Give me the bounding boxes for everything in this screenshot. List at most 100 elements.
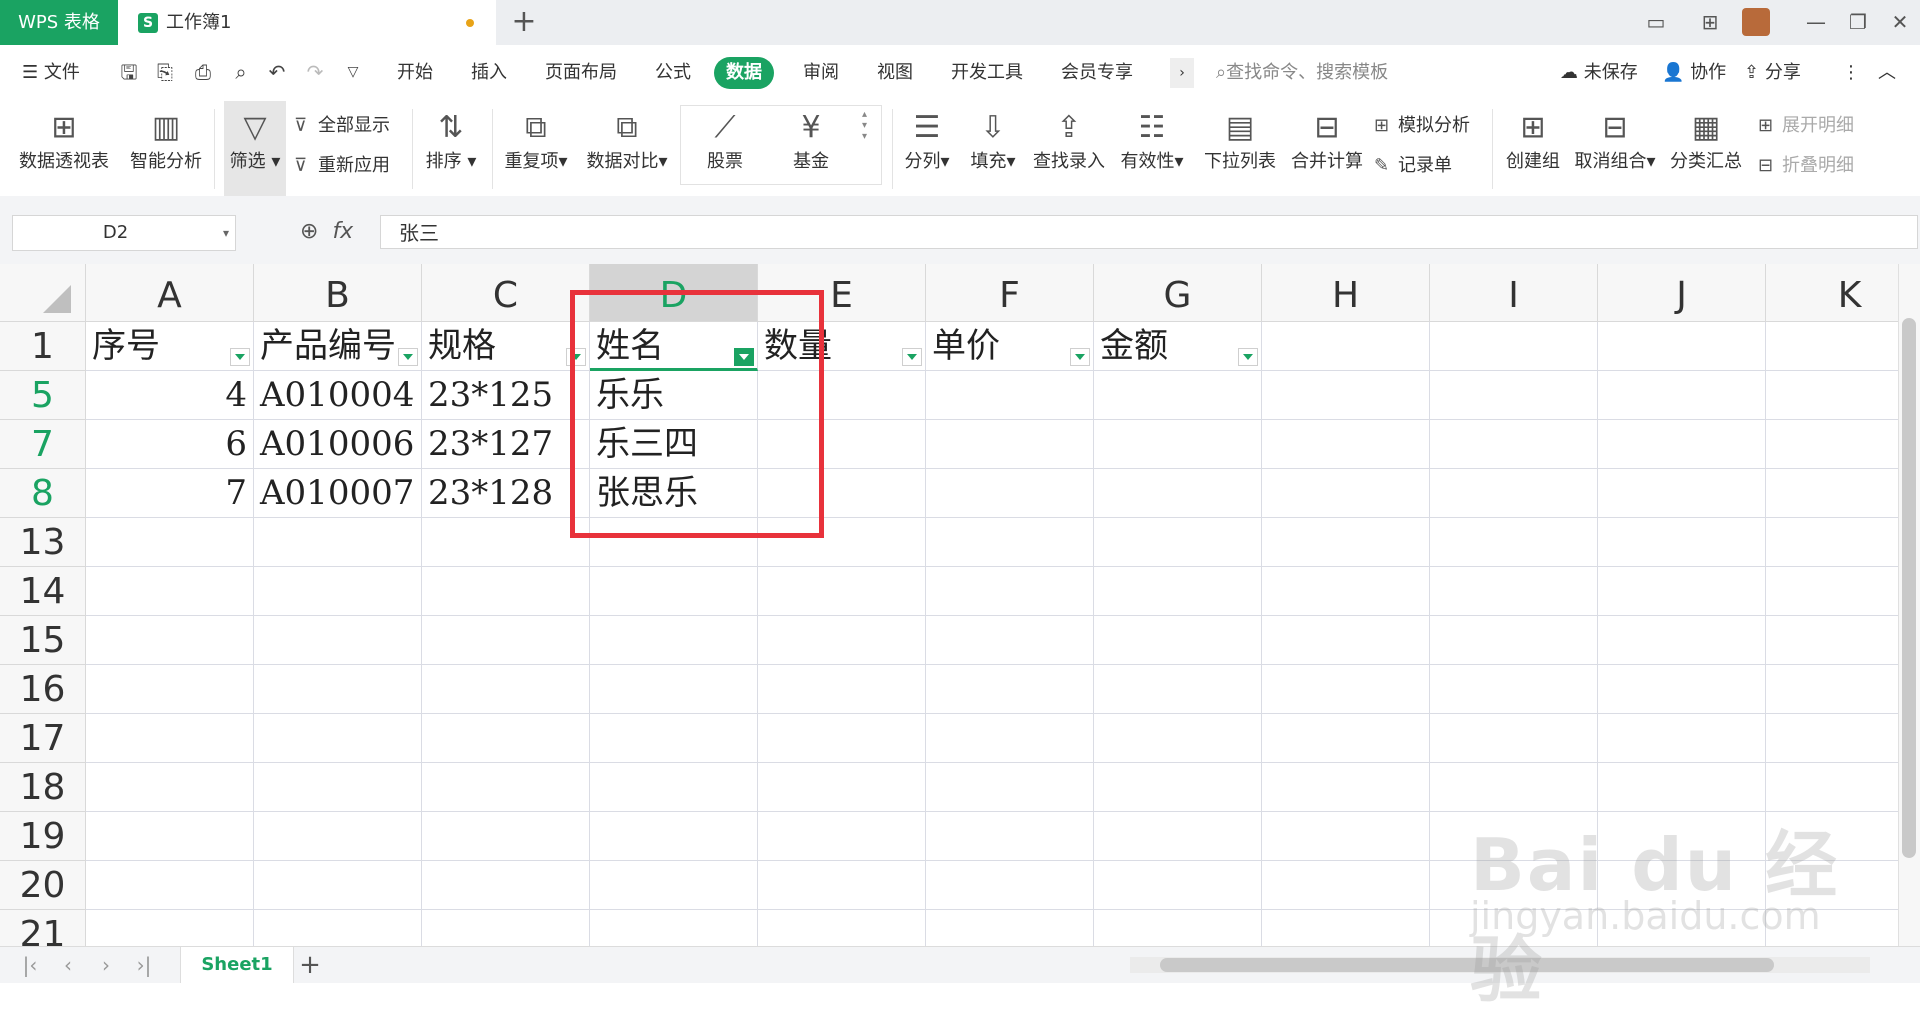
more-tabs-button[interactable]: › bbox=[1170, 58, 1194, 88]
share-button[interactable]: ⇪ 分享 bbox=[1744, 45, 1801, 101]
expand-detail-button[interactable]: ⊞ 展开明细 bbox=[1758, 111, 1854, 137]
table-cell[interactable] bbox=[1766, 420, 1898, 469]
table-cell[interactable] bbox=[254, 616, 422, 665]
table-cell[interactable] bbox=[1598, 665, 1766, 714]
table-cell[interactable] bbox=[254, 518, 422, 567]
collapse-ribbon-icon[interactable]: ︿ bbox=[1878, 45, 1896, 101]
column-header-a[interactable]: A bbox=[86, 264, 254, 322]
minimize-icon[interactable]: — bbox=[1800, 6, 1832, 38]
table-cell[interactable] bbox=[1094, 616, 1262, 665]
table-cell[interactable]: 4 bbox=[86, 371, 254, 420]
column-header-k[interactable]: K bbox=[1766, 264, 1898, 322]
table-cell[interactable] bbox=[1766, 371, 1898, 420]
table-cell[interactable] bbox=[1430, 665, 1598, 714]
table-cell[interactable] bbox=[1094, 665, 1262, 714]
new-tab-button[interactable]: + bbox=[508, 6, 540, 38]
tab-review[interactable]: 审阅 bbox=[803, 45, 839, 101]
table-cell[interactable] bbox=[422, 861, 590, 910]
table-cell[interactable] bbox=[926, 371, 1094, 420]
table-cell[interactable] bbox=[758, 861, 926, 910]
header-cell[interactable] bbox=[1598, 322, 1766, 371]
table-cell[interactable] bbox=[1262, 371, 1430, 420]
table-cell[interactable] bbox=[926, 763, 1094, 812]
row-header-13[interactable]: 13 bbox=[0, 518, 86, 567]
table-cell[interactable] bbox=[590, 910, 758, 946]
row-header-21[interactable]: 21 bbox=[0, 910, 86, 946]
search-input[interactable]: ⌕查找命令、搜索模板 bbox=[1216, 57, 1516, 89]
table-cell[interactable] bbox=[926, 469, 1094, 518]
table-cell[interactable] bbox=[1430, 616, 1598, 665]
table-cell[interactable]: 7 bbox=[86, 469, 254, 518]
smart-analysis-button[interactable]: ▥ 智能分析 bbox=[126, 101, 206, 196]
table-cell[interactable] bbox=[1430, 371, 1598, 420]
table-cell[interactable]: 23*127 bbox=[422, 420, 590, 469]
table-cell[interactable] bbox=[590, 665, 758, 714]
lookup-button[interactable]: ⇪ 查找录入 bbox=[1030, 101, 1108, 196]
table-cell[interactable] bbox=[254, 910, 422, 946]
table-cell[interactable] bbox=[254, 665, 422, 714]
filter-button[interactable]: ▽ 筛选 ▾ bbox=[224, 101, 286, 196]
table-cell[interactable] bbox=[926, 812, 1094, 861]
table-cell[interactable] bbox=[422, 567, 590, 616]
table-cell[interactable] bbox=[590, 812, 758, 861]
row-header-5[interactable]: 5 bbox=[0, 371, 86, 420]
table-cell[interactable] bbox=[1766, 714, 1898, 763]
header-cell[interactable] bbox=[1262, 322, 1430, 371]
table-cell[interactable] bbox=[1598, 714, 1766, 763]
table-cell[interactable] bbox=[1262, 812, 1430, 861]
more-icon[interactable]: ⋮ bbox=[1842, 45, 1860, 101]
table-cell[interactable] bbox=[422, 518, 590, 567]
header-cell[interactable]: 产品编号 bbox=[254, 322, 422, 371]
undo-icon[interactable]: ↶ bbox=[264, 59, 290, 85]
validity-button[interactable]: ☷ 有效性▾ bbox=[1116, 101, 1188, 196]
table-cell[interactable]: 23*128 bbox=[422, 469, 590, 518]
table-cell[interactable] bbox=[926, 861, 1094, 910]
filter-dropdown-e-icon[interactable] bbox=[902, 348, 922, 366]
table-cell[interactable] bbox=[1430, 469, 1598, 518]
column-header-g[interactable]: G bbox=[1094, 264, 1262, 322]
filter-dropdown-a-icon[interactable] bbox=[230, 348, 250, 366]
table-cell[interactable] bbox=[1094, 763, 1262, 812]
tab-insert[interactable]: 插入 bbox=[471, 45, 507, 101]
table-cell[interactable] bbox=[1262, 518, 1430, 567]
cloud-status[interactable]: ☁ 未保存 bbox=[1560, 45, 1638, 101]
simulate-button[interactable]: ⊞ 模拟分析 bbox=[1374, 111, 1470, 137]
table-cell[interactable]: 6 bbox=[86, 420, 254, 469]
row-header-1[interactable]: 1 bbox=[0, 322, 86, 371]
split-button[interactable]: ☰ 分列▾ bbox=[898, 101, 956, 196]
table-cell[interactable] bbox=[1094, 714, 1262, 763]
fund-button[interactable]: ¥ 基金 bbox=[776, 101, 846, 196]
table-cell[interactable] bbox=[758, 763, 926, 812]
table-cell[interactable] bbox=[422, 763, 590, 812]
app-tab[interactable]: WPS 表格 bbox=[0, 0, 118, 45]
table-cell[interactable]: A010007 bbox=[254, 469, 422, 518]
column-header-i[interactable]: I bbox=[1430, 264, 1598, 322]
table-cell[interactable] bbox=[1094, 812, 1262, 861]
table-cell[interactable] bbox=[1094, 567, 1262, 616]
collapse-detail-button[interactable]: ⊟ 折叠明细 bbox=[1758, 151, 1854, 177]
row-header-16[interactable]: 16 bbox=[0, 665, 86, 714]
zoom-icon[interactable]: ⊕ bbox=[300, 219, 318, 244]
table-cell[interactable] bbox=[1430, 567, 1598, 616]
column-header-b[interactable]: B bbox=[254, 264, 422, 322]
table-cell[interactable] bbox=[1094, 861, 1262, 910]
table-cell[interactable] bbox=[926, 420, 1094, 469]
table-cell[interactable] bbox=[758, 910, 926, 946]
dropdown-list-button[interactable]: ▤ 下拉列表 bbox=[1200, 101, 1280, 196]
table-cell[interactable] bbox=[1430, 714, 1598, 763]
table-cell[interactable] bbox=[1262, 910, 1430, 946]
tab-data[interactable]: 数据 bbox=[714, 57, 774, 89]
first-sheet-icon[interactable]: |‹ bbox=[12, 947, 48, 983]
ungroup-button[interactable]: ⊟ 取消组合▾ bbox=[1572, 101, 1658, 196]
table-cell[interactable] bbox=[590, 763, 758, 812]
last-sheet-icon[interactable]: ›| bbox=[126, 947, 162, 983]
table-cell[interactable] bbox=[1598, 420, 1766, 469]
avatar[interactable] bbox=[1742, 8, 1770, 36]
preview-icon[interactable]: ⌕ bbox=[228, 59, 254, 85]
formula-input[interactable]: 张三 bbox=[380, 215, 1918, 249]
record-button[interactable]: ✎ 记录单 bbox=[1374, 151, 1452, 177]
table-cell[interactable] bbox=[86, 567, 254, 616]
table-cell[interactable] bbox=[926, 616, 1094, 665]
grid-apps-icon[interactable]: ⊞ bbox=[1694, 6, 1726, 38]
table-cell[interactable] bbox=[590, 861, 758, 910]
